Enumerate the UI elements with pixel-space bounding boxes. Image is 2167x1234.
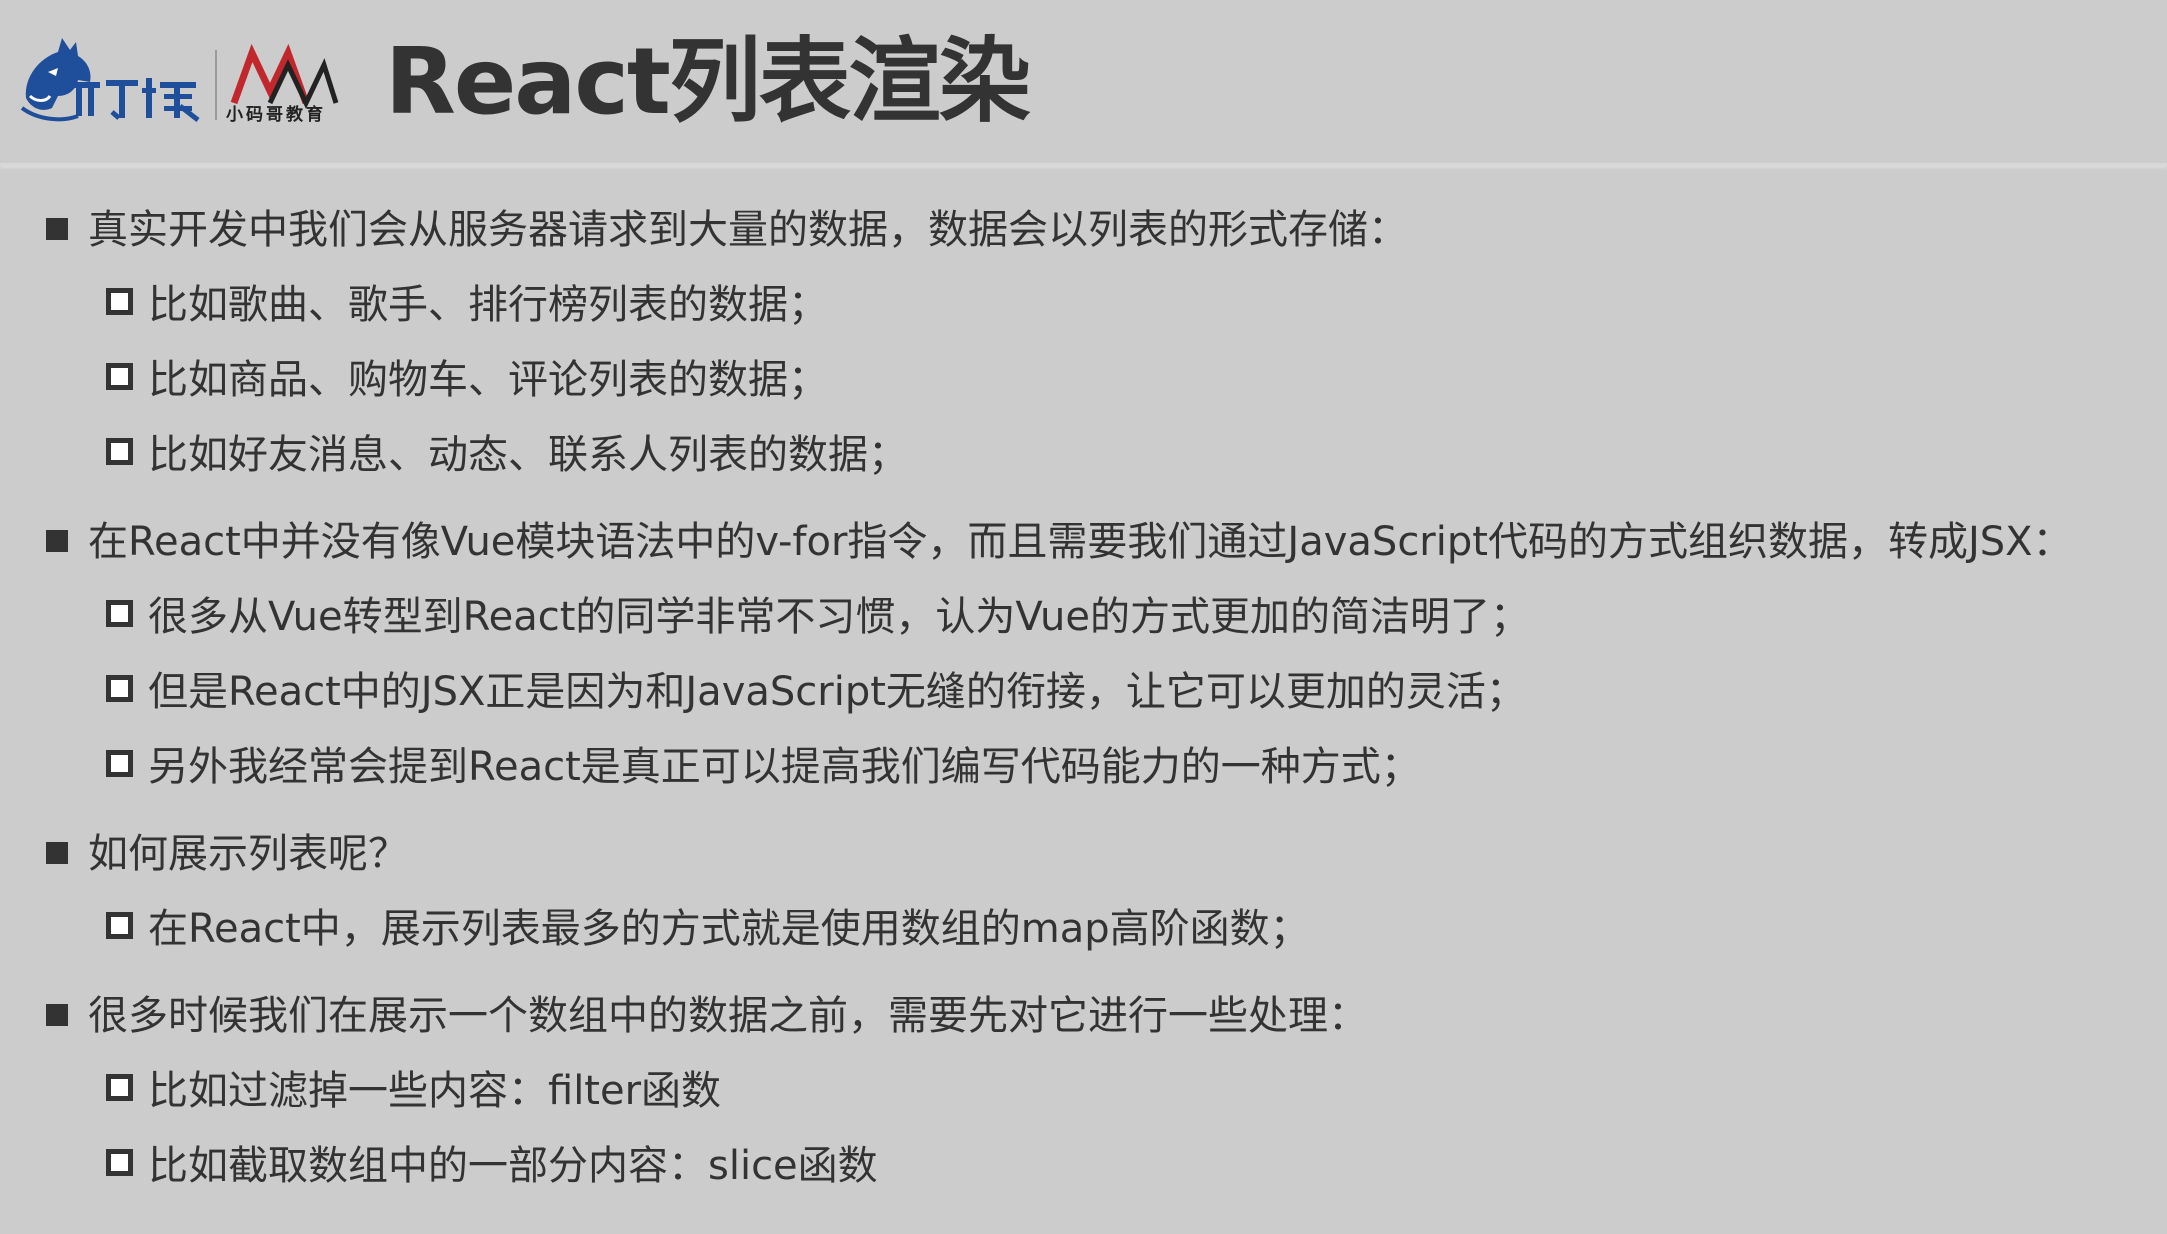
list-item: 很多时候我们在展示一个数组中的数据之前，需要先对它进行一些处理： (46, 990, 1368, 1042)
sub-list-item: 比如歌曲、歌手、排行榜列表的数据； (106, 279, 828, 331)
hollow-square-bullet-icon (106, 1149, 133, 1176)
list-item: 真实开发中我们会从服务器请求到大量的数据，数据会以列表的形式存储： (46, 204, 1408, 256)
list-item-text: 在React中并没有像Vue模块语法中的v-for指令，而且需要我们通过Java… (88, 519, 2073, 565)
filled-square-bullet-icon (46, 1004, 68, 1026)
page-title: React列表渲染 (385, 28, 1031, 135)
sub-list-item: 比如好友消息、动态、联系人列表的数据； (106, 429, 908, 481)
list-item-text: 真实开发中我们会从服务器请求到大量的数据，数据会以列表的形式存储： (88, 207, 1408, 253)
slide-header: 小码哥教育 React列表渲染 (0, 0, 2167, 166)
sub-list-item: 但是React中的JSX正是因为和JavaScript无缝的衔接，让它可以更加的… (106, 666, 1526, 718)
hollow-square-bullet-icon (106, 288, 133, 315)
sub-list-item-text: 在React中，展示列表最多的方式就是使用数组的map高阶函数； (148, 906, 1310, 952)
hollow-square-bullet-icon (106, 600, 133, 627)
filled-square-bullet-icon (46, 530, 68, 552)
sub-list-item-text: 比如歌曲、歌手、排行榜列表的数据； (148, 282, 828, 328)
list-item: 如何展示列表呢？ (46, 828, 408, 880)
sub-list-item-text: 另外我经常会提到React是真正可以提高我们编写代码能力的一种方式； (148, 744, 1421, 790)
slide: 小码哥教育 React列表渲染 真实开发中我们会从服务器请求到大量的数据，数据会… (0, 0, 2167, 1234)
sub-list-item-text: 但是React中的JSX正是因为和JavaScript无缝的衔接，让它可以更加的… (148, 669, 1526, 715)
sub-list-item-text: 比如过滤掉一些内容：filter函数 (148, 1068, 722, 1114)
hollow-square-bullet-icon (106, 438, 133, 465)
wolf-logo-icon (20, 38, 200, 122)
sub-list-item-text: 比如截取数组中的一部分内容：slice函数 (148, 1143, 878, 1189)
list-item: 在React中并没有像Vue模块语法中的v-for指令，而且需要我们通过Java… (46, 516, 2073, 568)
sub-list-item: 在React中，展示列表最多的方式就是使用数组的map高阶函数； (106, 903, 1310, 955)
hollow-square-bullet-icon (106, 1074, 133, 1101)
logo-company-name: 小码哥教育 (226, 105, 326, 125)
sub-list-item: 比如截取数组中的一部分内容：slice函数 (106, 1140, 878, 1192)
sub-list-item: 另外我经常会提到React是真正可以提高我们编写代码能力的一种方式； (106, 741, 1421, 793)
sub-list-item: 很多从Vue转型到React的同学非常不习惯，认为Vue的方式更加的简洁明了； (106, 591, 1530, 643)
filled-square-bullet-icon (46, 218, 68, 240)
sub-list-item-text: 很多从Vue转型到React的同学非常不习惯，认为Vue的方式更加的简洁明了； (148, 594, 1531, 640)
sub-list-item: 比如过滤掉一些内容：filter函数 (106, 1065, 721, 1117)
hollow-square-bullet-icon (106, 750, 133, 777)
hollow-square-bullet-icon (106, 675, 133, 702)
sub-list-item-text: 比如商品、购物车、评论列表的数据； (148, 357, 828, 403)
hollow-square-bullet-icon (106, 363, 133, 390)
list-item-text: 如何展示列表呢？ (88, 831, 408, 877)
list-item-text: 很多时候我们在展示一个数组中的数据之前，需要先对它进行一些处理： (88, 993, 1368, 1039)
filled-square-bullet-icon (46, 842, 68, 864)
hollow-square-bullet-icon (106, 912, 133, 939)
sub-list-item-text: 比如好友消息、动态、联系人列表的数据； (148, 432, 908, 478)
sub-list-item: 比如商品、购物车、评论列表的数据； (106, 354, 828, 406)
logo-divider (215, 50, 217, 120)
